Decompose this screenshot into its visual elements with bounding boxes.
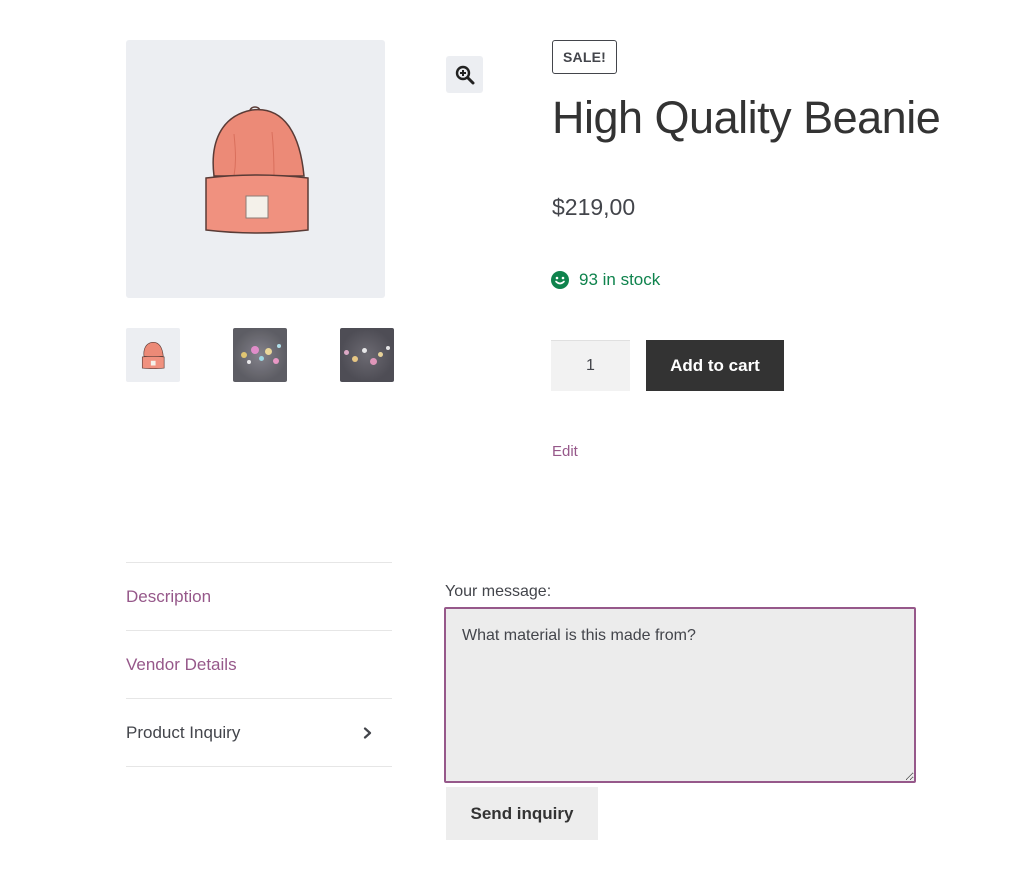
zoom-in-icon bbox=[455, 65, 474, 84]
product-page: SALE! High Quality Beanie $219,00 93 in … bbox=[0, 0, 1024, 894]
tab-label: Product Inquiry bbox=[126, 722, 241, 742]
message-textarea[interactable]: What material is this made from? bbox=[444, 607, 916, 783]
tab-label: Vendor Details bbox=[126, 654, 237, 674]
product-main-image[interactable] bbox=[126, 40, 385, 298]
message-label: Your message: bbox=[445, 583, 552, 600]
stock-status: 93 in stock bbox=[551, 270, 660, 290]
product-tabs: Description Vendor Details Product Inqui… bbox=[126, 562, 392, 767]
beanie-thumbnail-icon bbox=[141, 342, 165, 369]
edit-link[interactable]: Edit bbox=[552, 443, 578, 460]
tab-vendor-details[interactable]: Vendor Details bbox=[126, 631, 392, 699]
tab-product-inquiry[interactable]: Product Inquiry bbox=[126, 699, 392, 767]
beanie-thumbnail[interactable] bbox=[126, 328, 180, 382]
smiley-icon bbox=[551, 271, 569, 289]
chevron-right-icon bbox=[363, 726, 372, 739]
gallery-thumbnails bbox=[126, 328, 394, 382]
sale-badge: SALE! bbox=[552, 40, 617, 74]
add-to-cart-button[interactable]: Add to cart bbox=[646, 340, 784, 391]
product-price: $219,00 bbox=[552, 194, 636, 220]
product-title: High Quality Beanie bbox=[552, 92, 941, 143]
stock-text: 93 in stock bbox=[579, 270, 661, 289]
zoom-button[interactable] bbox=[446, 56, 483, 93]
tab-label: Description bbox=[126, 586, 212, 606]
bokeh-lights-thumbnail[interactable] bbox=[233, 328, 287, 382]
quantity-input[interactable] bbox=[551, 340, 630, 391]
send-inquiry-button[interactable]: Send inquiry bbox=[446, 787, 598, 840]
bokeh-lights-thumbnail-2[interactable] bbox=[340, 328, 394, 382]
beanie-image bbox=[204, 106, 309, 234]
tab-description[interactable]: Description bbox=[126, 563, 392, 631]
